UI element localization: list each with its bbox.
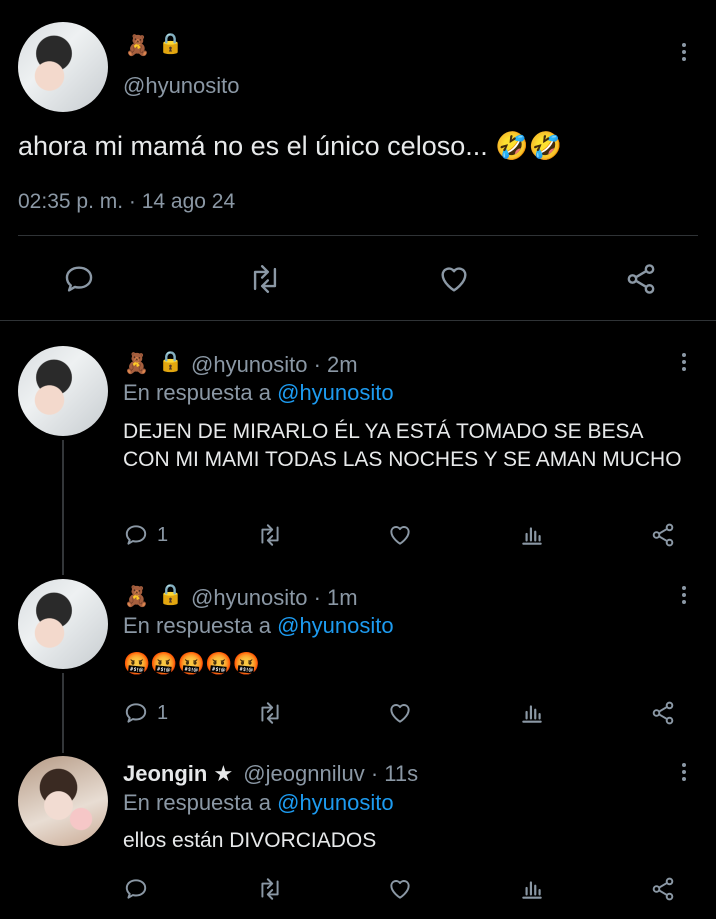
- thread-line: [62, 673, 64, 753]
- heart-icon: [390, 880, 410, 899]
- reply-text: 🤬🤬🤬🤬🤬: [123, 651, 260, 676]
- reply-icon: [125, 879, 147, 899]
- lock-badge: 🔒: [158, 582, 183, 606]
- reply-handle-time[interactable]: @hyunosito · 2m: [191, 352, 358, 378]
- analytics-icon: [522, 705, 542, 723]
- heart-icon: [441, 267, 467, 292]
- share-icon: [627, 264, 655, 294]
- retweet-button[interactable]: [246, 262, 284, 296]
- share-icon: [652, 701, 674, 725]
- avatar[interactable]: [18, 756, 108, 846]
- avatar[interactable]: [18, 346, 108, 436]
- reply-to-link[interactable]: @hyunosito: [277, 790, 394, 815]
- author-handle[interactable]: @hyunosito: [123, 73, 240, 99]
- reply-button[interactable]: [62, 262, 96, 296]
- avatar[interactable]: [18, 22, 108, 112]
- reply-context: En respuesta a @hyunosito: [123, 380, 394, 406]
- views-button[interactable]: [519, 700, 545, 726]
- reply-context: En respuesta a @hyunosito: [123, 790, 394, 816]
- reply-icon: [125, 525, 147, 545]
- reply-text: ellos están DIVORCIADOS: [123, 829, 377, 852]
- reply-text: DEJEN DE MIRARLO ÉL YA ESTÁ TOMADO SE BE…: [123, 420, 682, 471]
- retweet-icon: [261, 702, 279, 724]
- reply-icon: [125, 703, 147, 723]
- retweet-button[interactable]: [255, 876, 285, 902]
- views-button[interactable]: [519, 522, 545, 548]
- heart-icon: [390, 704, 410, 723]
- display-name[interactable]: Jeongin ★: [123, 761, 233, 786]
- reply-handle-time[interactable]: @jeognniluv · 11s: [243, 761, 418, 786]
- retweet-button[interactable]: [255, 700, 285, 726]
- lock-badge: 🔒: [158, 31, 183, 55]
- like-button[interactable]: [386, 700, 414, 726]
- reply-handle-time[interactable]: @hyunosito · 1m: [191, 585, 358, 611]
- reply-to-link[interactable]: @hyunosito: [277, 380, 394, 405]
- heart-icon: [390, 526, 410, 545]
- reply-count: 1: [157, 523, 169, 546]
- reply-prefix: En respuesta a: [123, 790, 271, 815]
- reply-author: Jeongin ★ @jeognniluv · 11s: [123, 761, 418, 787]
- retweet-icon: [261, 878, 279, 900]
- like-button[interactable]: [386, 876, 414, 902]
- lock-badge: 🔒: [158, 349, 183, 373]
- share-button[interactable]: [650, 876, 676, 902]
- more-icon[interactable]: [674, 760, 694, 784]
- reply-prefix: En respuesta a: [123, 380, 271, 405]
- retweet-icon: [261, 524, 279, 546]
- tweet-text: ahora mi mamá no es el único celoso... 🤣…: [18, 131, 563, 161]
- divider: [0, 320, 716, 321]
- tweet-timestamp: 02:35 p. m. · 14 ago 24: [18, 190, 236, 213]
- more-icon[interactable]: [674, 583, 694, 607]
- analytics-icon: [522, 527, 542, 545]
- more-icon[interactable]: [674, 350, 694, 374]
- divider: [18, 235, 698, 236]
- share-button[interactable]: [650, 522, 676, 548]
- share-icon: [652, 877, 674, 901]
- share-icon: [652, 523, 674, 547]
- reply-button[interactable]: 1: [123, 700, 168, 726]
- reply-context: En respuesta a @hyunosito: [123, 613, 394, 639]
- reply-count: 1: [157, 701, 169, 724]
- like-button[interactable]: [436, 262, 472, 296]
- reply-prefix: En respuesta a: [123, 613, 271, 638]
- share-button[interactable]: [650, 700, 676, 726]
- more-icon[interactable]: [674, 40, 694, 64]
- analytics-icon: [522, 881, 542, 899]
- teddy-bear-badge: 🧸: [124, 584, 149, 608]
- views-button[interactable]: [519, 876, 545, 902]
- retweet-button[interactable]: [255, 522, 285, 548]
- like-button[interactable]: [386, 522, 414, 548]
- retweet-icon: [253, 265, 277, 293]
- share-button[interactable]: [624, 262, 658, 296]
- reply-button[interactable]: 1: [123, 522, 168, 548]
- teddy-bear-badge: 🧸: [125, 33, 150, 57]
- reply-button[interactable]: [123, 876, 157, 902]
- avatar[interactable]: [18, 579, 108, 669]
- thread-line: [62, 440, 64, 575]
- teddy-bear-badge: 🧸: [124, 351, 149, 375]
- reply-icon: [65, 266, 93, 292]
- reply-to-link[interactable]: @hyunosito: [277, 613, 394, 638]
